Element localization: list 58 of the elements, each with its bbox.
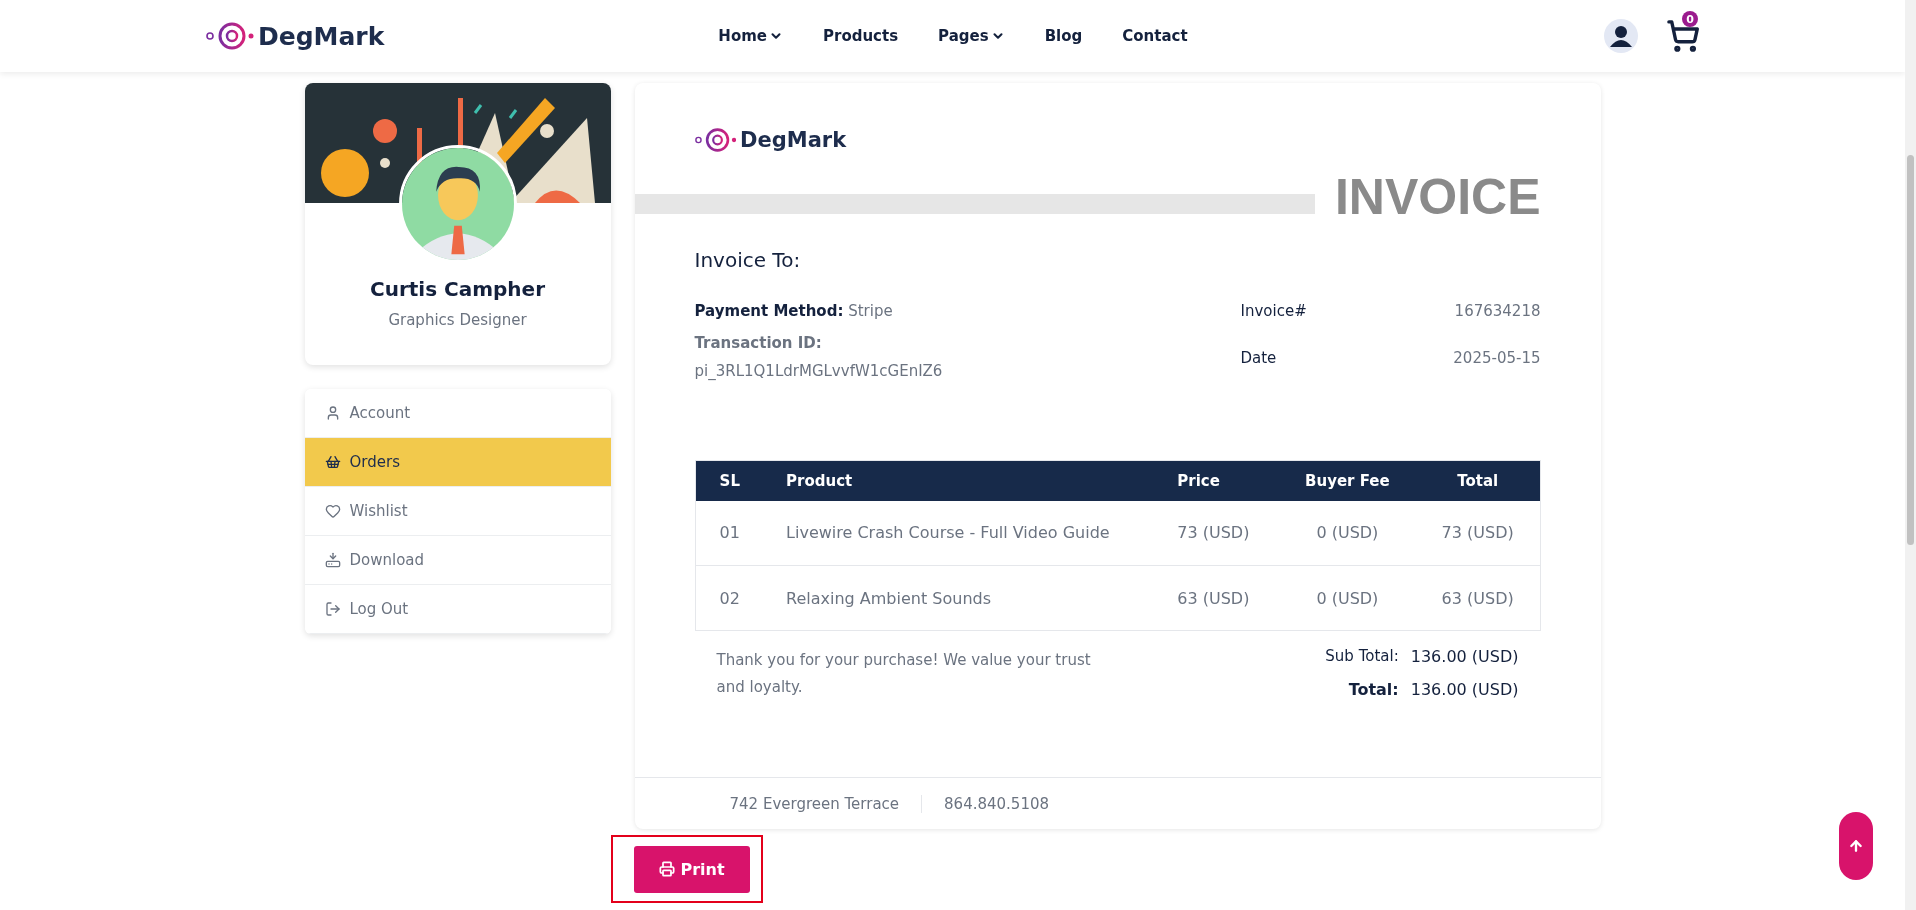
contact-info: 742 Evergreen Terrace <box>729 794 901 813</box>
meta-value: 167634218 <box>1453 302 1541 322</box>
total-label: Total: <box>1347 680 1399 699</box>
logo-icon <box>206 21 254 51</box>
user-avatar-icon[interactable] <box>1604 19 1638 53</box>
meta-label: Invoice# <box>1240 302 1308 322</box>
scrollbar-thumb[interactable] <box>1907 155 1914 545</box>
payment-method: Payment Method: Stripe <box>694 302 894 320</box>
table-cell: 0 (USD) <box>1278 565 1416 631</box>
nav-link[interactable]: Blog <box>1044 27 1083 45</box>
invoice-brand: DegMark <box>740 128 847 152</box>
heart-icon <box>324 503 341 519</box>
meta-value: 2025-05-15 <box>1452 349 1541 369</box>
table-cell: Relaxing Ambient Sounds <box>764 565 1156 631</box>
menu-item[interactable]: Wishlist <box>304 487 611 536</box>
basket-icon <box>324 454 341 470</box>
invoice-to-heading: Invoice To: <box>694 248 802 272</box>
total-label: Sub Total: <box>1325 647 1399 666</box>
nav-link[interactable]: Products <box>823 27 899 45</box>
contact-info: 864.840.5108 <box>921 794 1072 813</box>
transaction-id: pi_3RL1Q1LdrMGLvvfW1cGEnIZ6 <box>694 362 943 380</box>
column-header: SL <box>695 460 765 501</box>
scrollbar[interactable] <box>1905 0 1916 910</box>
brand-name[interactable]: DegMark <box>258 21 385 51</box>
logout-icon <box>324 601 341 617</box>
printer-icon <box>658 861 675 877</box>
table-cell: 02 <box>695 565 765 631</box>
nav-link[interactable]: Pages <box>938 27 1005 45</box>
invoice-title: INVOICE <box>1334 168 1541 226</box>
nav-link[interactable]: Contact <box>1122 27 1188 45</box>
table-cell: 73 (USD) <box>1155 500 1279 566</box>
table-cell: 01 <box>695 500 765 566</box>
column-header: Total <box>1415 460 1540 501</box>
table-cell: 0 (USD) <box>1278 500 1416 566</box>
table-cell: 63 (USD) <box>1155 565 1279 631</box>
thank-you-note: Thank you for your purchase! We value your trust and loyalty. <box>716 650 1092 698</box>
total-value: 136.00 (USD) <box>1410 680 1519 699</box>
profile-role: Graphics Designer <box>388 311 527 329</box>
table-cell: 73 (USD) <box>1415 500 1540 566</box>
meta-label: Date <box>1240 349 1278 369</box>
menu-item[interactable]: Account <box>304 389 611 438</box>
transaction-label: Transaction ID: <box>694 334 823 352</box>
menu-item[interactable]: Orders <box>304 438 611 487</box>
profile-name: Curtis Campher <box>369 277 546 301</box>
total-value: 136.00 (USD) <box>1410 647 1519 666</box>
column-header: Price <box>1155 460 1279 501</box>
menu-item[interactable]: Log Out <box>304 585 611 634</box>
column-header: Buyer Fee <box>1278 460 1416 501</box>
table-cell: 63 (USD) <box>1415 565 1540 631</box>
print-button[interactable]: Print <box>633 845 750 893</box>
menu-item[interactable]: Download <box>304 536 611 585</box>
column-header: Product <box>764 460 1156 501</box>
logo-icon <box>694 127 737 153</box>
table-cell: Livewire Crash Course - Full Video Guide <box>764 500 1156 566</box>
nav-link[interactable]: Home <box>718 27 783 45</box>
download-icon <box>324 552 341 568</box>
scroll-top-button[interactable] <box>1839 812 1873 880</box>
cart-count: 0 <box>1682 11 1698 27</box>
